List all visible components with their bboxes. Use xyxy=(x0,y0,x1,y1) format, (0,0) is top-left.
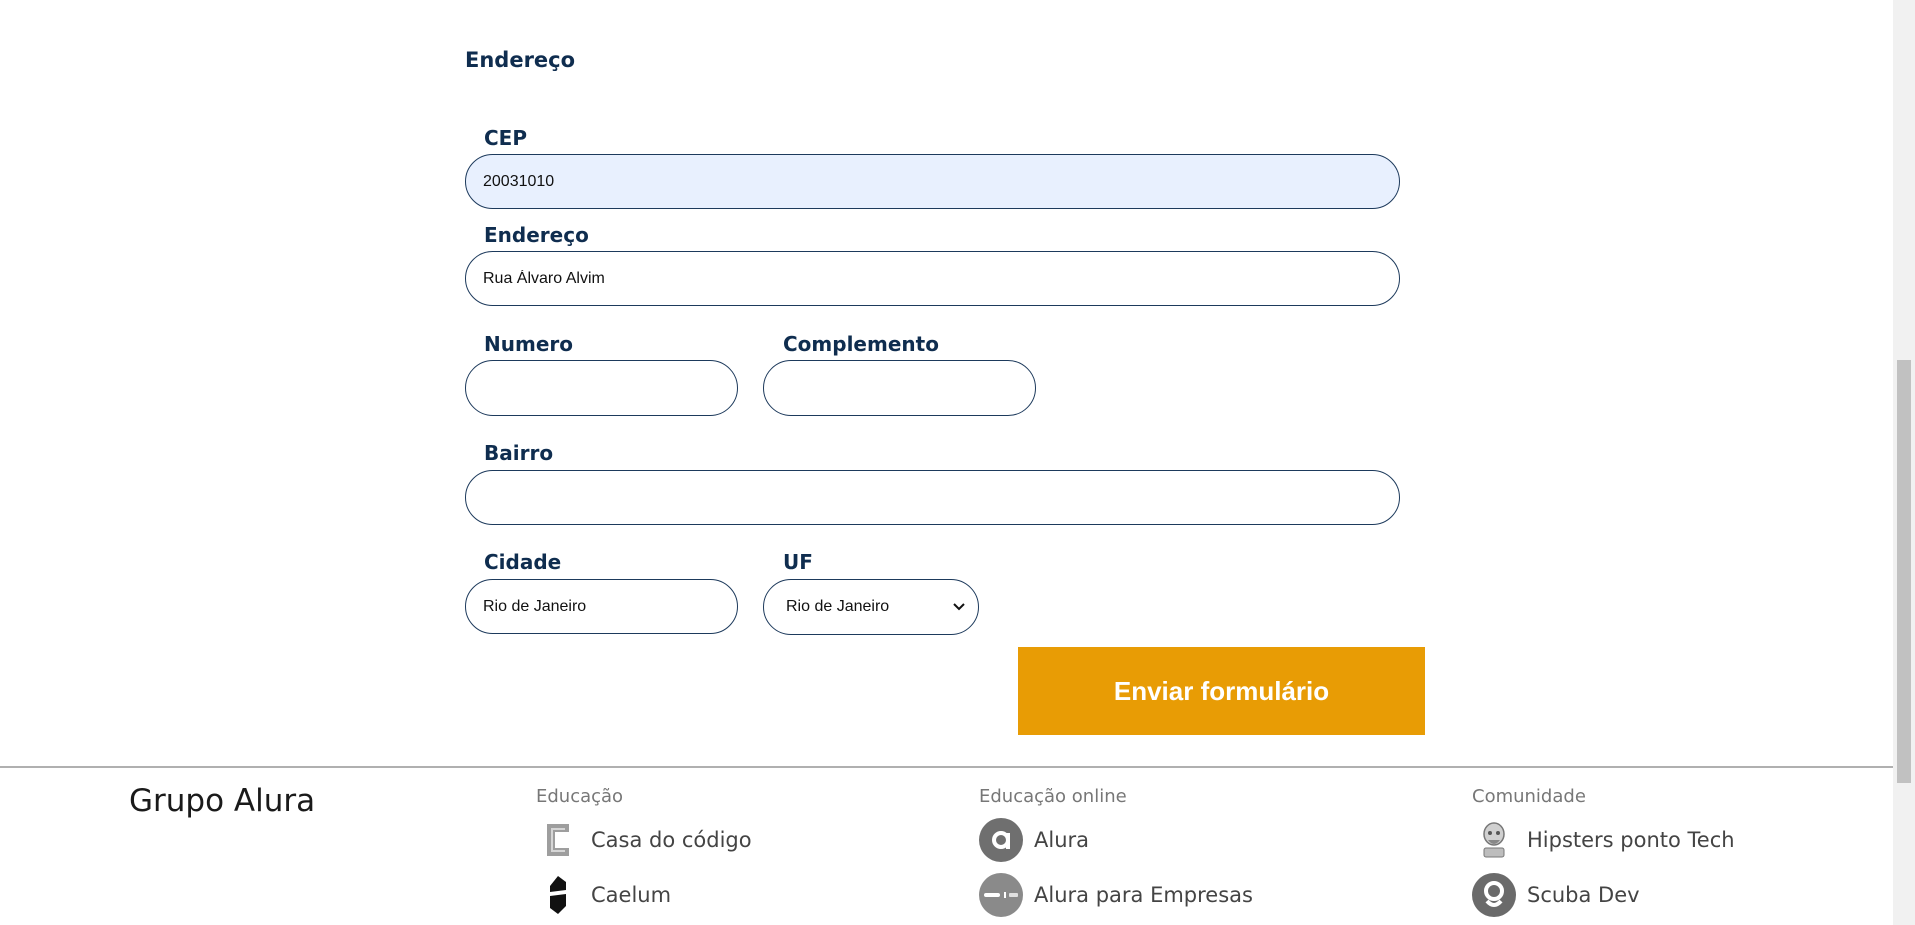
page: Endereço CEP Endereço Numero Complemento… xyxy=(0,0,1915,925)
footer-heading-comunidade: Comunidade xyxy=(1472,786,1586,807)
footer-link-casa-do-codigo[interactable]: Casa do código xyxy=(536,818,752,862)
footer-brand: Grupo Alura xyxy=(129,783,316,819)
footer-link-alura[interactable]: Alura xyxy=(979,818,1089,862)
footer-link-caelum[interactable]: Caelum xyxy=(536,873,671,917)
numero-label: Numero xyxy=(484,332,573,356)
uf-label: UF xyxy=(783,550,813,574)
hipsters-logo-icon xyxy=(1472,818,1516,862)
uf-select[interactable]: Rio de Janeiro xyxy=(763,579,979,635)
scuba-dev-logo-icon xyxy=(1472,873,1516,917)
alura-logo-icon xyxy=(979,818,1023,862)
footer-link-label: Hipsters ponto Tech xyxy=(1527,828,1735,852)
cidade-label: Cidade xyxy=(484,550,562,574)
cidade-input[interactable] xyxy=(465,579,738,634)
complemento-input[interactable] xyxy=(763,360,1036,416)
footer-link-label: Alura para Empresas xyxy=(1034,883,1253,907)
endereco-input[interactable] xyxy=(465,251,1400,306)
section-title: Endereço xyxy=(465,48,576,72)
footer-link-label: Alura xyxy=(1034,828,1090,852)
chevron-down-icon xyxy=(952,600,966,614)
footer-link-hipsters[interactable]: Hipsters ponto Tech xyxy=(1472,818,1735,862)
footer-heading-educacao: Educação xyxy=(536,786,624,807)
uf-selected-value: Rio de Janeiro xyxy=(786,598,890,615)
alura-empresas-logo-icon xyxy=(979,873,1023,917)
numero-input[interactable] xyxy=(465,360,738,416)
casa-do-codigo-logo-icon xyxy=(536,818,580,862)
footer-link-label: Scuba Dev xyxy=(1527,883,1640,907)
scrollbar-thumb[interactable] xyxy=(1897,360,1911,783)
footer-heading-educacao-online: Educação online xyxy=(979,786,1127,807)
footer-link-label: Casa do código xyxy=(591,828,752,852)
footer-divider xyxy=(0,766,1893,768)
cep-input[interactable] xyxy=(465,154,1400,209)
submit-button[interactable]: Enviar formulário xyxy=(1018,647,1425,735)
cep-label: CEP xyxy=(484,126,527,150)
bairro-input[interactable] xyxy=(465,470,1400,525)
caelum-logo-icon xyxy=(536,873,580,917)
footer-link-label: Caelum xyxy=(591,883,672,907)
bairro-label: Bairro xyxy=(484,441,554,465)
endereco-label: Endereço xyxy=(484,223,589,247)
footer-link-scuba-dev[interactable]: Scuba Dev xyxy=(1472,873,1640,917)
complemento-label: Complemento xyxy=(783,332,939,356)
footer-link-alura-empresas[interactable]: Alura para Empresas xyxy=(979,873,1253,917)
